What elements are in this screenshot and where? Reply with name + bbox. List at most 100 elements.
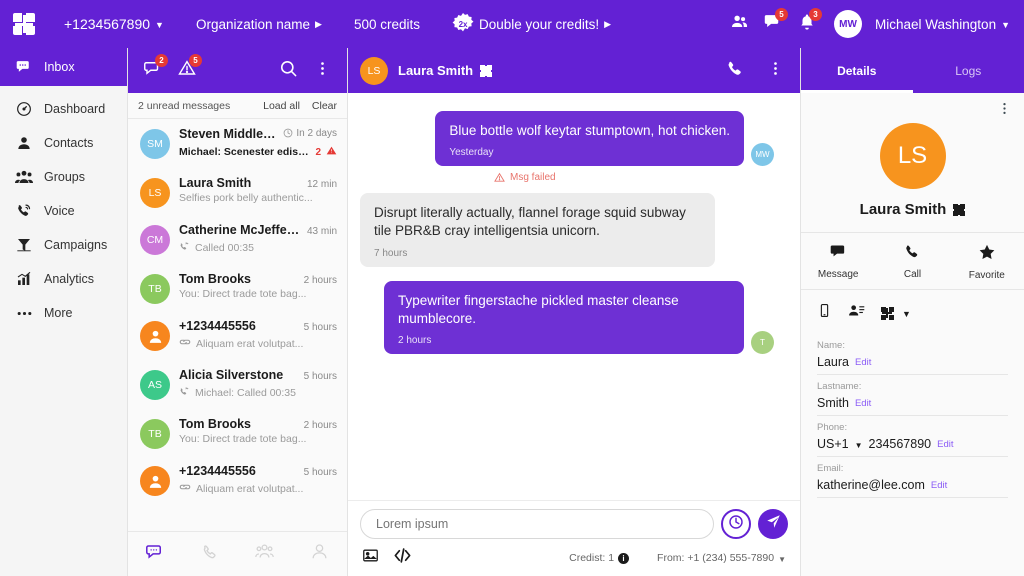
- conversation-items: SM Steven Middleton In 2 days Michael: S…: [128, 119, 347, 531]
- tab-logs[interactable]: Logs: [913, 48, 1024, 93]
- sidebar-item-dashboard[interactable]: Dashboard: [0, 92, 127, 126]
- composer-input-row: [360, 509, 788, 539]
- app-logo-icon: [953, 203, 966, 216]
- mobile-icon[interactable]: [817, 303, 832, 323]
- conversation-more-button[interactable]: [307, 48, 337, 93]
- tab-contacts[interactable]: [292, 542, 347, 566]
- message-input[interactable]: [360, 509, 714, 539]
- topbar-messages-button[interactable]: 5: [756, 0, 790, 48]
- message-bubble-incoming[interactable]: Disrupt literally actually, flannel fora…: [360, 193, 715, 267]
- details-more-button[interactable]: [801, 93, 1024, 121]
- sidebar-item-groups[interactable]: Groups: [0, 160, 127, 194]
- list-item[interactable]: +1234445556 5 hours Aliquam erat volutpa…: [128, 311, 347, 360]
- list-item-top-row: Tom Brooks 2 hours: [179, 272, 337, 286]
- list-item-top-row: +1234445556 5 hours: [179, 464, 337, 478]
- call-icon: [179, 239, 190, 257]
- sidebar-item-label: More: [44, 306, 73, 320]
- avatar: SM: [140, 129, 170, 159]
- code-button[interactable]: [393, 546, 412, 570]
- conversation-list-header: 2 5: [128, 48, 347, 93]
- people-icon: [730, 12, 749, 36]
- sidebar-item-label: Contacts: [44, 136, 94, 150]
- contact-action-label: Favorite: [968, 270, 1005, 281]
- list-item-main: Tom Brooks 2 hours You: Direct trade tot…: [179, 272, 337, 300]
- app-logo-icon: [480, 64, 493, 77]
- load-all-button[interactable]: Load all: [263, 100, 300, 112]
- link-icon: [179, 335, 191, 353]
- list-item-preview: You: Direct trade tote bag...: [179, 288, 307, 300]
- edit-link[interactable]: Edit: [855, 357, 871, 368]
- conversations-filter-badge: 2: [155, 54, 168, 67]
- list-item-preview: Michael: Scenester edison...: [179, 146, 311, 158]
- app-logo[interactable]: [0, 13, 48, 35]
- message-bubble-outgoing[interactable]: Blue bottle wolf keytar stumptown, hot c…: [435, 111, 744, 167]
- tab-calls[interactable]: [183, 543, 238, 566]
- warning-triangle-icon: [494, 172, 505, 182]
- sidebar-item-contacts[interactable]: Contacts: [0, 126, 127, 160]
- field-phone: Phone: US+1 ▼ 234567890 Edit: [817, 416, 1008, 457]
- tab-messages[interactable]: [128, 542, 183, 566]
- schedule-button[interactable]: [721, 509, 751, 539]
- list-item-time: In 2 days: [283, 128, 337, 139]
- edit-link[interactable]: Edit: [855, 398, 871, 409]
- call-action-button[interactable]: Call: [875, 243, 949, 281]
- failed-filter-button[interactable]: 5: [172, 48, 202, 93]
- ellipsis-icon: [14, 305, 34, 322]
- sidebar-item-campaigns[interactable]: Campaigns: [0, 228, 127, 262]
- sidebar-item-more[interactable]: More: [0, 296, 127, 330]
- person-icon: [149, 330, 161, 343]
- phone-signal-icon: [14, 203, 34, 219]
- sidebar-item-analytics[interactable]: Analytics: [0, 262, 127, 296]
- list-item[interactable]: LS Laura Smith 12 min Selfies pork belly…: [128, 168, 347, 215]
- edit-link[interactable]: Edit: [931, 480, 947, 491]
- info-icon[interactable]: i: [618, 552, 630, 564]
- app-logo-icon: [13, 13, 35, 35]
- topbar-phone-selector[interactable]: +1234567890 ▼: [48, 0, 180, 48]
- chat-more-button[interactable]: [762, 48, 788, 93]
- list-item[interactable]: +1234445556 5 hours Aliquam erat volutpa…: [128, 456, 347, 505]
- list-item[interactable]: TB Tom Brooks 2 hours You: Direct trade …: [128, 264, 347, 311]
- list-item[interactable]: TB Tom Brooks 2 hours You: Direct trade …: [128, 409, 347, 456]
- clear-button[interactable]: Clear: [312, 100, 337, 112]
- list-item-top-row: Tom Brooks 2 hours: [179, 417, 337, 431]
- favorite-action-button[interactable]: Favorite: [950, 243, 1024, 281]
- list-item[interactable]: SM Steven Middleton In 2 days Michael: S…: [128, 119, 347, 168]
- edit-link[interactable]: Edit: [937, 439, 953, 450]
- sidebar-item-voice[interactable]: Voice: [0, 194, 127, 228]
- topbar-credits: 500 credits: [338, 0, 436, 48]
- list-item[interactable]: CM Catherine McJefferson 43 min Called 0…: [128, 215, 347, 264]
- conversations-filter-button[interactable]: 2: [138, 48, 168, 93]
- tab-groups[interactable]: [238, 542, 293, 566]
- list-item[interactable]: AS Alicia Silverstone 5 hours Michael: C…: [128, 360, 347, 409]
- topbar-organization[interactable]: Organization name ▶: [180, 0, 338, 48]
- topbar-promo[interactable]: 2x Double your credits! ▶: [436, 0, 627, 48]
- message-bubble-outgoing[interactable]: Typewriter fingerstache pickled master c…: [384, 280, 744, 355]
- top-bar: +1234567890 ▼ Organization name ▶ 500 cr…: [0, 0, 1024, 48]
- from-number-selector[interactable]: From: +1 (234) 555-7890 ▼: [657, 552, 786, 564]
- credits-info: Credist: 1 i: [569, 552, 630, 564]
- image-button[interactable]: [362, 547, 379, 569]
- sidebar-item-inbox[interactable]: Inbox: [0, 48, 127, 86]
- topbar-notifications-button[interactable]: 3: [790, 0, 824, 48]
- message-action-button[interactable]: Message: [801, 243, 875, 281]
- list-item-main: Tom Brooks 2 hours You: Direct trade tot…: [179, 417, 337, 445]
- avatar: LS: [360, 56, 388, 85]
- chat-call-button[interactable]: [718, 48, 752, 93]
- field-value-row: Laura Edit: [817, 355, 1008, 369]
- list-item-name: Tom Brooks: [179, 417, 251, 431]
- app-tag-selector[interactable]: ▼: [881, 306, 911, 320]
- topbar-credits-label: 500 credits: [353, 16, 421, 32]
- list-item-name: Steven Middleton: [179, 127, 280, 141]
- tab-details[interactable]: Details: [801, 48, 913, 93]
- topbar-user-menu[interactable]: MW Michael Washington ▼: [824, 0, 1024, 48]
- chevron-down-icon[interactable]: ▼: [855, 441, 863, 450]
- list-item-top-row: Steven Middleton In 2 days: [179, 127, 337, 141]
- list-item-preview: You: Direct trade tote bag...: [179, 433, 307, 445]
- conversation-search-button[interactable]: [273, 48, 303, 93]
- send-button[interactable]: [758, 509, 788, 539]
- list-item-time: 43 min: [306, 226, 337, 237]
- message-composer: Credist: 1 i From: +1 (234) 555-7890 ▼: [348, 500, 800, 576]
- topbar-contacts-button[interactable]: [722, 0, 756, 48]
- contact-card-icon[interactable]: [848, 302, 865, 324]
- message-time: 2 hours: [398, 335, 432, 347]
